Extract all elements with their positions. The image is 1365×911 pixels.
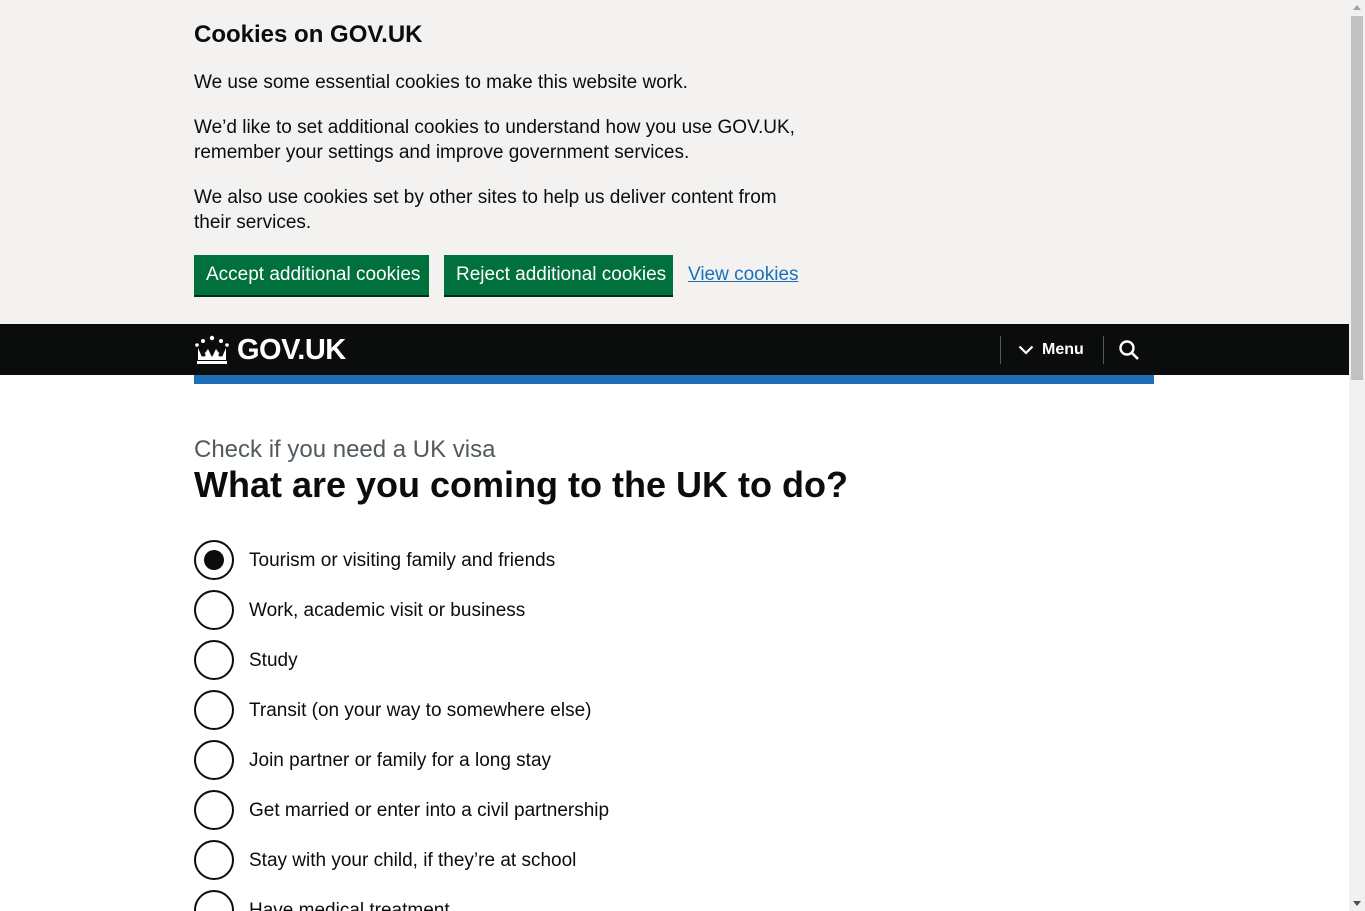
scroll-up-arrow-icon[interactable] [1353, 5, 1361, 10]
page-title: What are you coming to the UK to do? [194, 464, 848, 505]
page: Cookies on GOV.UK We use some essential … [0, 0, 1349, 911]
cookie-banner-text-additional: We’d like to set additional cookies to u… [194, 117, 795, 163]
cookie-banner-text-essential: We use some essential cookies to make th… [194, 72, 688, 93]
cookie-banner-heading: Cookies on GOV.UK [194, 21, 423, 48]
page-caption: Check if you need a UK visa [194, 436, 496, 463]
radio-button[interactable] [194, 890, 234, 911]
radio-option-work[interactable]: Work, academic visit or business [194, 590, 894, 630]
site-header: GOV.UK Menu [0, 324, 1349, 375]
radio-option-tourism[interactable]: Tourism or visiting family and friends [194, 540, 894, 580]
radio-option-child-school[interactable]: Stay with your child, if they’re at scho… [194, 840, 894, 880]
radio-option-transit[interactable]: Transit (on your way to somewhere else) [194, 690, 894, 730]
govuk-logo-link[interactable]: GOV.UK [194, 334, 346, 366]
radio-button[interactable] [194, 790, 234, 830]
header-divider [1103, 336, 1104, 364]
radio-label: Study [249, 649, 298, 671]
radio-label: Stay with your child, if they’re at scho… [249, 849, 577, 871]
header-blue-bar [194, 375, 1154, 384]
radio-button[interactable] [194, 840, 234, 880]
header-divider [1000, 336, 1001, 364]
radio-label: Transit (on your way to somewhere else) [249, 699, 592, 721]
reject-cookies-button[interactable]: Reject additional cookies [444, 255, 673, 295]
radio-label: Join partner or family for a long stay [249, 749, 552, 771]
radio-label: Get married or enter into a civil partne… [249, 799, 610, 821]
radio-button[interactable] [194, 740, 234, 780]
search-icon [1119, 340, 1139, 360]
radio-label: Tourism or visiting family and friends [249, 549, 556, 571]
radio-option-medical[interactable]: Have medical treatment [194, 890, 894, 911]
radio-option-study[interactable]: Study [194, 640, 894, 680]
radio-label: Have medical treatment [249, 899, 450, 911]
scrollbar-thumb[interactable] [1351, 16, 1363, 380]
chevron-down-icon [1018, 345, 1034, 355]
crown-icon [195, 335, 229, 364]
menu-button[interactable]: Menu [1018, 337, 1084, 363]
radio-button[interactable] [194, 690, 234, 730]
radio-button[interactable] [194, 540, 234, 580]
accept-cookies-button[interactable]: Accept additional cookies [194, 255, 429, 295]
radio-option-marriage[interactable]: Get married or enter into a civil partne… [194, 790, 894, 830]
radio-button[interactable] [194, 640, 234, 680]
view-cookies-link[interactable]: View cookies [688, 262, 799, 287]
radio-label: Work, academic visit or business [249, 599, 526, 621]
vertical-scrollbar[interactable] [1349, 0, 1365, 911]
cookie-banner: Cookies on GOV.UK We use some essential … [0, 0, 1349, 324]
scroll-down-arrow-icon[interactable] [1353, 901, 1361, 906]
search-button[interactable] [1116, 337, 1142, 363]
radio-button[interactable] [194, 590, 234, 630]
cookie-banner-text-third-party: We also use cookies set by other sites t… [194, 187, 777, 233]
govuk-logo-text: GOV.UK [237, 334, 346, 366]
menu-button-label: Menu [1042, 341, 1084, 358]
radio-option-join-family[interactable]: Join partner or family for a long stay [194, 740, 894, 780]
